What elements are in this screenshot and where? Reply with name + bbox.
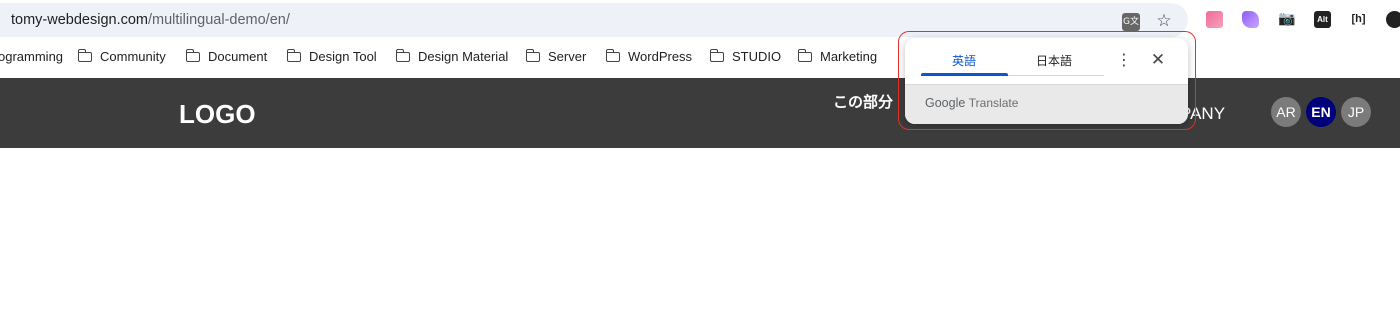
folder-icon xyxy=(797,49,812,62)
camera-extension-icon[interactable]: 📷 xyxy=(1278,11,1295,28)
url-text[interactable]: tomy-webdesign.com/multilingual-demo/en/ xyxy=(11,12,290,28)
highlight-annotation-box xyxy=(898,31,1196,130)
pink-square-extension-icon[interactable] xyxy=(1206,11,1223,28)
bookmark-label: WordPress xyxy=(628,49,693,64)
url-host: tomy-webdesign.com xyxy=(11,12,148,28)
bookmark-label: Server xyxy=(548,49,587,64)
bookmark-folder-marketing[interactable]: Marketing xyxy=(797,49,878,64)
bookmark-label: Design Material xyxy=(418,49,509,64)
bookmark-folder-community[interactable]: Community xyxy=(77,49,166,64)
folder-icon xyxy=(185,49,200,62)
folder-icon xyxy=(525,49,540,62)
site-logo[interactable]: LOGO xyxy=(179,99,256,130)
html-bracket-extension-icon[interactable]: [h] xyxy=(1350,11,1367,28)
language-switch-ar[interactable]: AR xyxy=(1271,97,1301,127)
bookmark-label: STUDIO xyxy=(732,49,782,64)
folder-icon xyxy=(286,49,301,62)
language-switch-jp[interactable]: JP xyxy=(1341,97,1371,127)
bookmark-label: Document xyxy=(208,49,268,64)
folder-icon xyxy=(395,49,410,62)
bookmark-folder-server[interactable]: Server xyxy=(525,49,587,64)
globe-extension-icon[interactable] xyxy=(1386,11,1400,28)
bookmark-folder-studio[interactable]: STUDIO xyxy=(709,49,782,64)
folder-icon xyxy=(77,49,92,62)
url-path: /multilingual-demo/en/ xyxy=(148,12,290,28)
bookmark-programming[interactable]: ogramming xyxy=(0,49,63,64)
bookmark-label: Design Tool xyxy=(309,49,377,64)
purple-leaf-extension-icon[interactable] xyxy=(1242,11,1259,28)
bookmark-folder-document[interactable]: Document xyxy=(185,49,268,64)
language-switch-en[interactable]: EN xyxy=(1306,97,1336,127)
annotation-label: この部分 xyxy=(833,93,894,111)
folder-icon xyxy=(605,49,620,62)
bookmark-star-icon[interactable]: ☆ xyxy=(1154,11,1174,31)
bookmark-folder-design-tool[interactable]: Design Tool xyxy=(286,49,377,64)
folder-icon xyxy=(709,49,724,62)
bookmark-label: Marketing xyxy=(820,49,878,64)
bookmark-label: Community xyxy=(100,49,166,64)
bookmark-label: ogramming xyxy=(0,49,64,64)
bookmark-folder-design-material[interactable]: Design Material xyxy=(395,49,509,64)
translate-icon[interactable]: G文 xyxy=(1122,13,1140,31)
alt-text-extension-icon[interactable]: Alt xyxy=(1314,11,1331,28)
bookmark-folder-wordpress[interactable]: WordPress xyxy=(605,49,693,64)
